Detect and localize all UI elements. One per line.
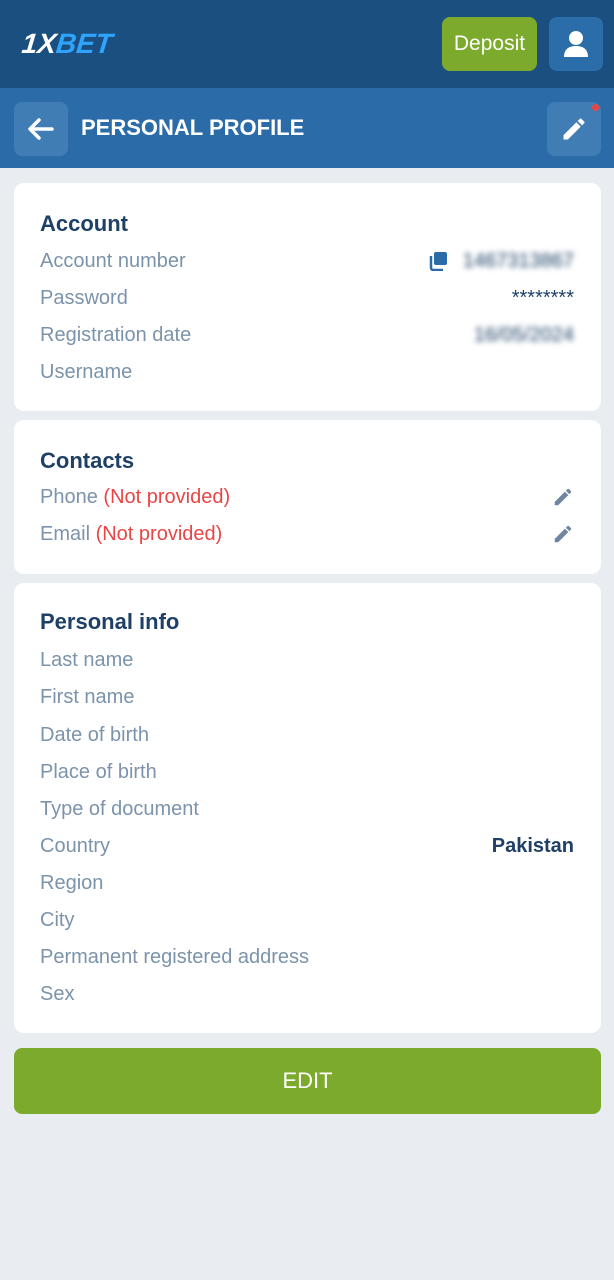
contacts-card: Contacts Phone (Not provided) Email (Not… xyxy=(14,420,601,574)
registration-date-value: 16/05/2024 xyxy=(473,324,574,346)
phone-status: (Not provided) xyxy=(103,486,231,508)
page-title: PERSONAL PROFILE xyxy=(81,115,305,140)
top-app-bar: 1XBET Deposit xyxy=(0,0,614,88)
country-value: Pakistan xyxy=(491,835,574,857)
email-label: Email xyxy=(40,523,91,545)
personal-info-card: Personal info Last name First name Date … xyxy=(14,583,601,1033)
country-row: Country Pakistan xyxy=(40,832,574,860)
username-row: Username xyxy=(40,358,574,386)
email-status: (Not provided) xyxy=(95,523,223,545)
document-type-label: Type of document xyxy=(40,798,199,820)
account-card: Account Account number 1467313867 Passwo… xyxy=(14,183,601,411)
contacts-title: Contacts xyxy=(40,448,135,473)
password-row: Password ******** xyxy=(40,284,574,312)
phone-row[interactable]: Phone (Not provided) xyxy=(40,483,574,511)
account-number-value: 1467313867 xyxy=(462,250,574,272)
deposit-button[interactable]: Deposit xyxy=(442,17,537,71)
city-label: City xyxy=(40,909,75,931)
logo-part-2: BET xyxy=(54,28,114,59)
account-number-label: Account number xyxy=(40,250,186,272)
place-of-birth-label: Place of birth xyxy=(40,761,157,783)
registration-date-label: Registration date xyxy=(40,324,192,346)
arrow-left-icon xyxy=(28,118,54,140)
sex-row: Sex xyxy=(40,980,574,1008)
profile-button[interactable] xyxy=(549,17,603,71)
notification-dot xyxy=(592,104,599,111)
country-label: Country xyxy=(40,835,111,857)
email-row[interactable]: Email (Not provided) xyxy=(40,520,574,548)
username-label: Username xyxy=(40,361,133,383)
personal-info-title: Personal info xyxy=(40,609,180,634)
region-row: Region xyxy=(40,869,574,897)
back-button[interactable] xyxy=(14,102,68,156)
edit-phone-icon[interactable] xyxy=(552,486,574,508)
address-label: Permanent registered address xyxy=(40,946,310,968)
city-row: City xyxy=(40,906,574,934)
logo-part-1: 1X xyxy=(20,28,58,59)
document-type-row: Type of document xyxy=(40,795,574,823)
region-label: Region xyxy=(40,872,104,894)
address-row: Permanent registered address xyxy=(40,943,574,971)
edit-button[interactable]: EDIT xyxy=(14,1048,601,1114)
first-name-label: First name xyxy=(40,686,135,708)
phone-label: Phone xyxy=(40,486,98,508)
account-title: Account xyxy=(40,211,128,236)
place-of-birth-row: Place of birth xyxy=(40,758,574,786)
sex-label: Sex xyxy=(40,983,75,1005)
account-number-row: Account number 1467313867 xyxy=(40,247,574,275)
brand-logo[interactable]: 1XBET xyxy=(20,27,114,61)
last-name-label: Last name xyxy=(40,649,134,671)
page-header: PERSONAL PROFILE xyxy=(0,88,614,168)
password-label: Password xyxy=(40,287,128,309)
edit-profile-button[interactable] xyxy=(547,102,601,156)
date-of-birth-label: Date of birth xyxy=(40,724,149,746)
date-of-birth-row: Date of birth xyxy=(40,721,574,749)
password-value: ******** xyxy=(511,287,574,309)
first-name-row: First name xyxy=(40,683,574,711)
registration-date-row: Registration date 16/05/2024 xyxy=(40,321,574,349)
edit-email-icon[interactable] xyxy=(552,523,574,545)
user-icon xyxy=(564,31,588,57)
last-name-row: Last name xyxy=(40,646,574,674)
copy-icon[interactable] xyxy=(428,251,448,271)
pencil-icon xyxy=(563,118,585,140)
